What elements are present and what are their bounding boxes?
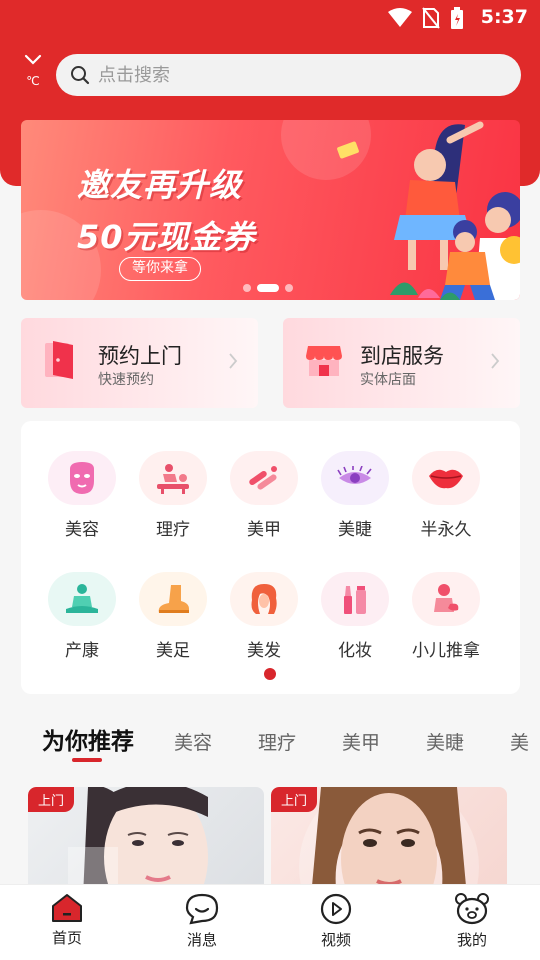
no-sim-icon (422, 7, 440, 29)
category-icon-bg (230, 572, 298, 626)
nav-item-video[interactable]: 视频 (296, 893, 376, 950)
category-item-hair[interactable]: 美发 (224, 572, 304, 661)
tab-recommended[interactable]: 为你推荐 (42, 722, 134, 756)
nav-label: 我的 (456, 931, 487, 949)
category-item-therapy[interactable]: 理疗 (133, 451, 213, 540)
tab-overflow[interactable]: 美 (510, 728, 529, 755)
category-icon-bg (412, 451, 480, 505)
face-mask-icon (70, 462, 94, 494)
meditation-icon (66, 584, 98, 613)
status-time: 5:37 (480, 6, 528, 28)
category-label: 美发 (247, 641, 281, 661)
banner-page-dot[interactable] (285, 284, 293, 292)
category-label: 化妆 (338, 641, 372, 661)
chevron-right-icon (229, 353, 238, 369)
nav-label: 首页 (51, 929, 82, 947)
chevron-down-icon (24, 54, 42, 65)
banner-cta-pill[interactable]: 等你来拿 (119, 257, 201, 281)
category-icon-bg (230, 451, 298, 505)
tab-therapy[interactable]: 理疗 (258, 728, 296, 755)
category-label: 产康 (65, 641, 99, 661)
service-subtitle: 快速预约 (98, 372, 154, 388)
recommendation-tabs: 为你推荐 美容 理疗 美甲 美睫 美 (0, 718, 540, 766)
service-title: 到店服务 (360, 344, 444, 368)
storefront-icon (306, 346, 342, 376)
video-play-icon (320, 893, 352, 925)
battery-icon (451, 7, 463, 29)
search-bar[interactable] (56, 54, 521, 96)
product-card[interactable]: 上门 (28, 787, 264, 897)
category-panel: 美容 理疗 美甲 美睫 半永久 产康 美足 美发 化妆 小儿推拿 (21, 421, 520, 694)
category-label: 小儿推拿 (412, 641, 480, 661)
status-bar: 5:37 (0, 0, 540, 36)
category-item-lashes[interactable]: 美睫 (315, 451, 395, 540)
nail-brush-icon (249, 466, 277, 490)
category-item-semi-permanent[interactable]: 半永久 (406, 451, 486, 540)
category-item-foot-care[interactable]: 美足 (133, 572, 213, 661)
makeup-icon (344, 586, 366, 614)
eyelash-icon (337, 466, 372, 484)
category-item-makeup[interactable]: 化妆 (315, 572, 395, 661)
category-item-pediatric-massage[interactable]: 小儿推拿 (406, 572, 486, 661)
foot-icon (158, 585, 189, 613)
service-subtitle: 实体店面 (360, 372, 416, 388)
home-icon (52, 894, 82, 922)
service-title: 预约上门 (98, 344, 182, 368)
category-label: 美睫 (338, 520, 372, 540)
search-icon (71, 66, 90, 85)
tab-nails[interactable]: 美甲 (342, 728, 380, 755)
banner-page-dot-active[interactable] (257, 284, 279, 292)
baby-massage-icon (434, 584, 459, 612)
service-card-home-visit[interactable]: 预约上门 快速预约 (21, 318, 258, 408)
banner-page-dot[interactable] (243, 284, 251, 292)
location-selector[interactable]: ℃ (18, 54, 48, 88)
category-icon-bg (48, 451, 116, 505)
product-card[interactable]: 上门 (271, 787, 507, 897)
category-icon-bg (139, 572, 207, 626)
category-label: 美甲 (247, 520, 281, 540)
temperature-unit: ℃ (26, 74, 40, 88)
nav-label: 视频 (320, 931, 351, 949)
chevron-right-icon (491, 353, 500, 369)
category-label: 理疗 (156, 520, 190, 540)
nav-label: 消息 (186, 931, 217, 949)
banner-pagination (243, 284, 293, 292)
banner-title-line2: 50元现金券 (77, 218, 256, 256)
category-icon-bg (48, 572, 116, 626)
nav-item-messages[interactable]: 消息 (162, 893, 242, 950)
category-icon-bg (321, 572, 389, 626)
massage-icon (157, 464, 189, 494)
service-card-in-store[interactable]: 到店服务 实体店面 (283, 318, 520, 408)
category-item-beauty[interactable]: 美容 (42, 451, 122, 540)
active-tab-indicator (72, 758, 102, 762)
category-label: 半永久 (420, 520, 472, 540)
banner-title-line1: 邀友再升级 (77, 166, 243, 204)
category-label: 美容 (65, 520, 99, 540)
wifi-icon (388, 8, 412, 27)
tab-lashes[interactable]: 美睫 (426, 728, 464, 755)
nav-item-profile[interactable]: 我的 (432, 893, 512, 950)
category-item-postpartum[interactable]: 产康 (42, 572, 122, 661)
category-icon-bg (321, 451, 389, 505)
nav-item-home[interactable]: 首页 (27, 893, 107, 948)
tab-beauty[interactable]: 美容 (174, 728, 212, 755)
lips-icon (429, 469, 463, 489)
home-service-tag: 上门 (28, 787, 75, 812)
status-icons (388, 7, 464, 29)
promo-banner[interactable]: 邀友再升级 50元现金券 等你来拿 (21, 120, 520, 300)
door-icon (45, 341, 73, 379)
category-icon-bg (412, 572, 480, 626)
celebrating-people-illustration (337, 121, 520, 300)
search-input[interactable] (98, 64, 478, 86)
home-service-tag: 上门 (271, 787, 318, 812)
category-icon-bg (139, 451, 207, 505)
message-icon (185, 893, 219, 925)
bottom-navigation: 首页 消息 视频 我的 (0, 884, 540, 960)
category-page-indicator (264, 668, 276, 680)
category-item-nails[interactable]: 美甲 (224, 451, 304, 540)
category-label: 美足 (156, 641, 190, 661)
bear-profile-icon (455, 893, 489, 925)
hair-icon (251, 584, 277, 614)
